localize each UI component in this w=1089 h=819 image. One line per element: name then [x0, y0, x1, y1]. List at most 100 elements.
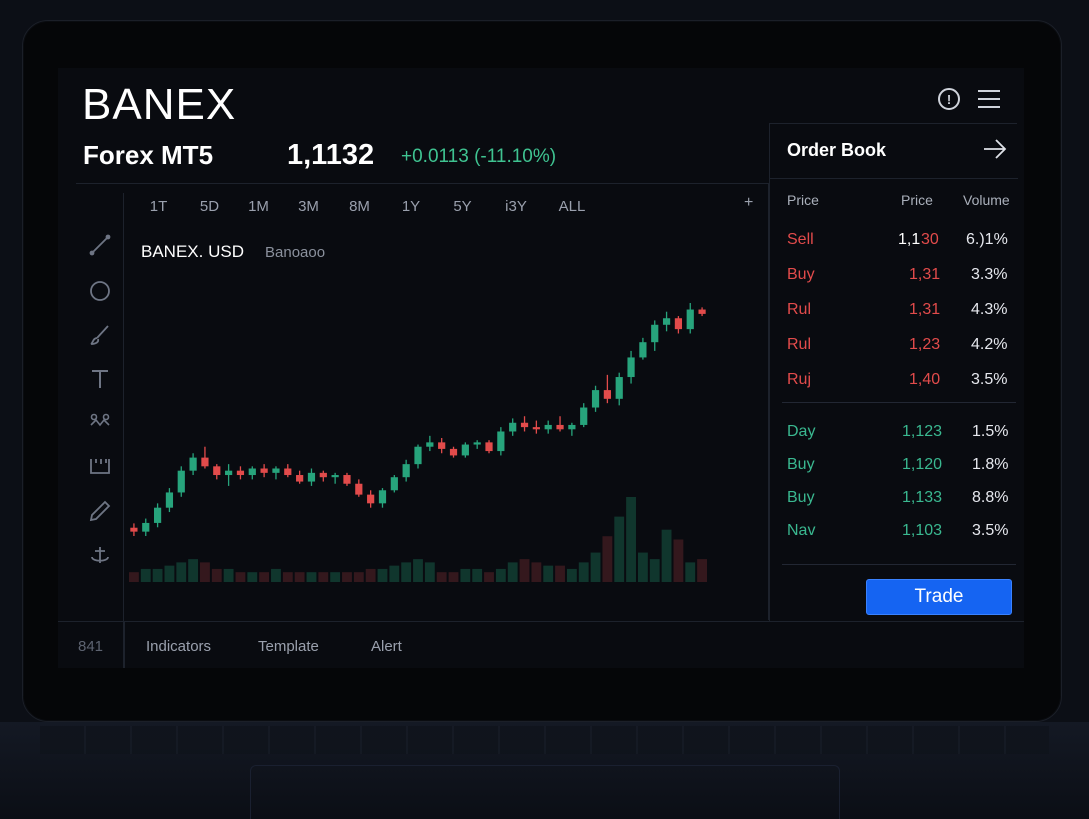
order-row[interactable]: Sell 1,1 30 6.)1% [770, 231, 1018, 255]
volume-bar [271, 568, 281, 582]
order-row[interactable]: Rul 1,31 4.3% [770, 301, 1018, 325]
anchor-icon[interactable] [88, 543, 112, 567]
row-volume: 4.2% [971, 336, 1008, 353]
timeframe-1t[interactable]: 1T [140, 198, 177, 215]
candle-body [355, 483, 363, 495]
brush-icon[interactable] [88, 323, 112, 347]
trendline-icon[interactable] [88, 233, 112, 257]
row-price: 1,103 [902, 522, 943, 539]
candle-body [603, 390, 611, 399]
candle-body [260, 468, 268, 473]
column-header-price: Price [901, 192, 933, 208]
text-icon[interactable] [88, 367, 112, 391]
circle-icon[interactable] [88, 279, 112, 303]
order-row[interactable]: Buy 1,133 8.8% [770, 489, 1018, 513]
order-row[interactable]: Rul 1,23 4.2% [770, 336, 1018, 360]
candle-body [331, 475, 339, 478]
pencil-icon[interactable] [88, 499, 112, 523]
volume-bar [377, 568, 388, 582]
column-header-volume: Volume [963, 192, 1010, 208]
volume-bar [685, 562, 696, 582]
row-price-prefix: 1,1 [898, 231, 921, 248]
volume-bar [140, 568, 151, 582]
row-label: Rul [787, 301, 812, 318]
drawing-toolbar [76, 193, 124, 668]
order-book-title: Order Book [787, 140, 887, 160]
volume-bar [330, 572, 341, 582]
volume-bar [637, 552, 648, 582]
crosshair-icon[interactable]: + [744, 194, 753, 212]
timeframe-8m[interactable]: 8M [342, 198, 377, 215]
candle-body [544, 424, 552, 430]
ruler-icon[interactable] [88, 453, 112, 477]
candle-body [509, 422, 517, 432]
timeframe-5d[interactable]: 5D [177, 198, 242, 215]
order-row[interactable]: Ruj 1,40 3.5% [770, 371, 1018, 395]
candle-body [532, 427, 540, 430]
row-volume: 3.5% [971, 371, 1008, 388]
volume-bar [614, 516, 625, 582]
timeframe-all[interactable]: ALL [552, 198, 592, 215]
candle-body [686, 309, 694, 330]
menu-icon[interactable] [978, 90, 1000, 108]
info-icon[interactable]: ! [938, 88, 960, 110]
candle-body [568, 424, 576, 430]
order-book-section-divider [782, 564, 1016, 565]
volume-bar [566, 568, 577, 582]
candle-body [225, 470, 233, 476]
timeframe-1m[interactable]: 1M [242, 198, 275, 215]
row-volume: 3.5% [972, 522, 1009, 539]
row-price-suffix: 30 [921, 231, 939, 248]
volume-bar [176, 562, 187, 582]
row-volume: 6.)1% [966, 231, 1008, 248]
timeframe-3m[interactable]: 3M [275, 198, 342, 215]
row-price: 1,40 [909, 371, 941, 388]
order-row[interactable]: Day 1,123 1.5% [770, 423, 1018, 447]
trade-button[interactable]: Trade [866, 579, 1012, 615]
volume-bar [306, 572, 317, 582]
volume-bar [507, 562, 518, 582]
order-row[interactable]: Buy 1,31 3.3% [770, 266, 1018, 290]
row-price: 1,31 [909, 266, 941, 283]
market-name: Forex MT5 [83, 140, 214, 170]
keyboard [40, 726, 1049, 754]
candle-body [402, 464, 410, 478]
volume-bar [436, 572, 447, 582]
header-actions: ! [938, 88, 1000, 110]
candle-body [153, 507, 162, 523]
order-row[interactable]: Nav 1,103 3.5% [770, 522, 1018, 546]
candle-body [165, 492, 174, 508]
volume-bar [472, 568, 483, 582]
timeframe-i3y[interactable]: i3Y [480, 198, 552, 215]
candlestick-chart[interactable]: 1.301.101.201.051.001.051.20113MNov27 [124, 233, 769, 618]
row-volume: 3.3% [971, 266, 1008, 283]
order-row[interactable]: Buy 1,120 1.8% [770, 456, 1018, 480]
volume-bar [188, 559, 199, 582]
timeframe-5y[interactable]: 5Y [445, 198, 480, 215]
candle-body [213, 466, 221, 476]
volume-bar [413, 559, 423, 582]
row-volume: 8.8% [972, 489, 1009, 506]
alert-button[interactable]: Alert [371, 638, 402, 655]
volume-bar [282, 572, 293, 582]
volume-bar [673, 539, 684, 582]
candle-body [248, 468, 256, 476]
volume-bar [247, 572, 258, 582]
candle-body [674, 318, 683, 330]
volume-bar [342, 572, 352, 582]
candle-body [390, 477, 398, 491]
pattern-icon[interactable] [88, 409, 112, 433]
indicators-button[interactable]: Indicators [146, 638, 211, 655]
candle-body [272, 468, 280, 473]
template-button[interactable]: Template [258, 638, 319, 655]
candle-body [449, 448, 458, 456]
timeframe-1y[interactable]: 1Y [377, 198, 445, 215]
volume-bar [365, 568, 376, 582]
candle-body [473, 442, 481, 445]
current-price: 1,1132 [287, 139, 375, 171]
volume-bar [661, 529, 672, 582]
arrow-right-icon[interactable] [982, 136, 1008, 162]
candle-body [520, 422, 529, 428]
bottom-code: 841 [78, 638, 104, 655]
candle-body [438, 442, 446, 449]
